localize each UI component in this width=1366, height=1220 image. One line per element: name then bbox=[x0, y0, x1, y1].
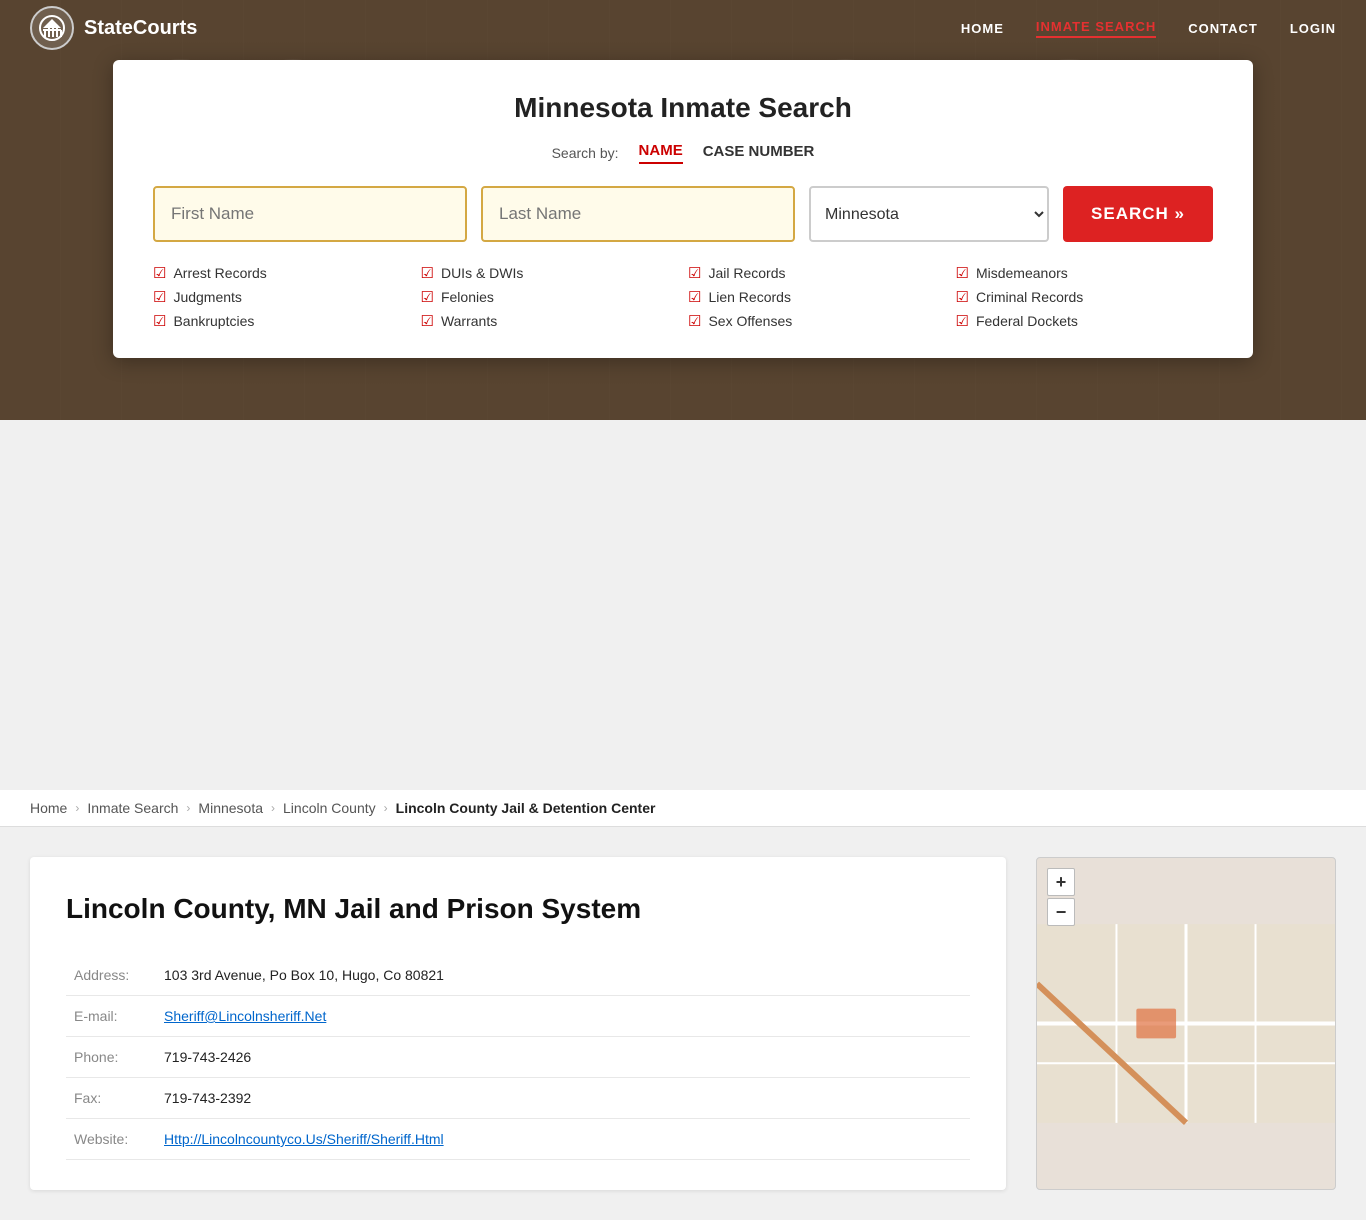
check-icon: ☑ bbox=[153, 312, 166, 330]
facility-title: Lincoln County, MN Jail and Prison Syste… bbox=[66, 893, 970, 925]
hero-section: COURTHOUSE StateCourts HOME INMATE SEARC bbox=[0, 0, 1366, 420]
content-card: Lincoln County, MN Jail and Prison Syste… bbox=[30, 857, 1006, 1190]
checkbox-item: ☑ Sex Offenses bbox=[688, 312, 946, 330]
email-link[interactable]: Sheriff@Lincolnsheriff.Net bbox=[164, 1008, 326, 1024]
breadcrumb: Home › Inmate Search › Minnesota › Lincoln Cou… bbox=[0, 790, 1366, 827]
checkbox-label: Criminal Records bbox=[976, 289, 1083, 305]
fax-row: Fax: 719-743-2392 bbox=[66, 1078, 970, 1119]
check-icon: ☑ bbox=[421, 264, 434, 282]
checkbox-label: Sex Offenses bbox=[708, 313, 792, 329]
search-by-label: Search by: bbox=[552, 145, 619, 161]
check-icon: ☑ bbox=[421, 312, 434, 330]
search-card: Minnesota Inmate Search Search by: NAME … bbox=[113, 60, 1253, 358]
checkbox-label: Bankruptcies bbox=[173, 313, 254, 329]
breadcrumb-separator: › bbox=[271, 801, 275, 815]
last-name-input[interactable] bbox=[481, 186, 795, 242]
check-icon: ☑ bbox=[956, 288, 969, 306]
fax-label: Fax: bbox=[66, 1078, 156, 1119]
checkbox-label: Misdemeanors bbox=[976, 265, 1068, 281]
breadcrumb-link[interactable]: Home bbox=[30, 800, 67, 816]
map-zoom-out[interactable]: − bbox=[1047, 898, 1075, 926]
check-icon: ☑ bbox=[688, 288, 701, 306]
logo-icon bbox=[30, 6, 74, 50]
phone-value: 719-743-2426 bbox=[156, 1037, 970, 1078]
phone-label: Phone: bbox=[66, 1037, 156, 1078]
search-button[interactable]: SEARCH » bbox=[1063, 186, 1213, 242]
main-content: Lincoln County, MN Jail and Prison Syste… bbox=[0, 827, 1366, 1220]
checkbox-item: ☑ Jail Records bbox=[688, 264, 946, 282]
checkbox-label: Lien Records bbox=[708, 289, 791, 305]
phone-row: Phone: 719-743-2426 bbox=[66, 1037, 970, 1078]
search-inputs-row: Minnesota Alabama Alaska Colorado SEARCH… bbox=[153, 186, 1213, 242]
check-icon: ☑ bbox=[688, 264, 701, 282]
checkbox-label: Arrest Records bbox=[173, 265, 266, 281]
checkbox-label: Judgments bbox=[173, 289, 241, 305]
tab-case-number[interactable]: CASE NUMBER bbox=[703, 143, 815, 163]
search-by-row: Search by: NAME CASE NUMBER bbox=[153, 142, 1213, 164]
logo-area: StateCourts bbox=[30, 6, 197, 50]
checkboxes-grid: ☑ Arrest Records ☑ DUIs & DWIs ☑ Jail Records… bbox=[153, 264, 1213, 330]
checkbox-label: DUIs & DWIs bbox=[441, 265, 523, 281]
checkbox-label: Federal Dockets bbox=[976, 313, 1078, 329]
check-icon: ☑ bbox=[153, 264, 166, 282]
address-row: Address: 103 3rd Avenue, Po Box 10, Hugo… bbox=[66, 955, 970, 996]
website-value: Http://Lincolncountyco.Us/Sheriff/Sherif… bbox=[156, 1119, 970, 1160]
nav-home[interactable]: HOME bbox=[961, 21, 1004, 36]
search-card-title: Minnesota Inmate Search bbox=[153, 92, 1213, 124]
checkbox-item: ☑ Felonies bbox=[421, 288, 679, 306]
breadcrumb-link[interactable]: Inmate Search bbox=[87, 800, 178, 816]
website-label: Website: bbox=[66, 1119, 156, 1160]
email-label: E-mail: bbox=[66, 996, 156, 1037]
map-area: + − bbox=[1036, 857, 1336, 1190]
checkbox-label: Jail Records bbox=[708, 265, 785, 281]
breadcrumb-separator: › bbox=[384, 801, 388, 815]
email-row: E-mail: Sheriff@Lincolnsheriff.Net bbox=[66, 996, 970, 1037]
fax-value: 719-743-2392 bbox=[156, 1078, 970, 1119]
checkbox-item: ☑ Criminal Records bbox=[956, 288, 1214, 306]
check-icon: ☑ bbox=[688, 312, 701, 330]
nav-login[interactable]: LOGIN bbox=[1290, 21, 1336, 36]
breadcrumb-link[interactable]: Lincoln County bbox=[283, 800, 376, 816]
breadcrumb-current: Lincoln County Jail & Detention Center bbox=[396, 800, 656, 816]
info-table: Address: 103 3rd Avenue, Po Box 10, Hugo… bbox=[66, 955, 970, 1160]
breadcrumb-link[interactable]: Minnesota bbox=[198, 800, 263, 816]
nav-inmate-search[interactable]: INMATE SEARCH bbox=[1036, 19, 1156, 38]
state-select[interactable]: Minnesota Alabama Alaska Colorado bbox=[809, 186, 1049, 242]
checkbox-item: ☑ DUIs & DWIs bbox=[421, 264, 679, 282]
check-icon: ☑ bbox=[956, 264, 969, 282]
nav-contact[interactable]: CONTACT bbox=[1188, 21, 1258, 36]
address-label: Address: bbox=[66, 955, 156, 996]
check-icon: ☑ bbox=[421, 288, 434, 306]
nav-links: HOME INMATE SEARCH CONTACT LOGIN bbox=[961, 19, 1336, 38]
checkbox-item: ☑ Warrants bbox=[421, 312, 679, 330]
map-zoom-in[interactable]: + bbox=[1047, 868, 1075, 896]
email-value: Sheriff@Lincolnsheriff.Net bbox=[156, 996, 970, 1037]
checkbox-item: ☑ Bankruptcies bbox=[153, 312, 411, 330]
checkbox-label: Warrants bbox=[441, 313, 497, 329]
check-icon: ☑ bbox=[956, 312, 969, 330]
site-name: StateCourts bbox=[84, 17, 197, 40]
checkbox-item: ☑ Judgments bbox=[153, 288, 411, 306]
website-link[interactable]: Http://Lincolncountyco.Us/Sheriff/Sherif… bbox=[164, 1131, 444, 1147]
check-icon: ☑ bbox=[153, 288, 166, 306]
address-value: 103 3rd Avenue, Po Box 10, Hugo, Co 8082… bbox=[156, 955, 970, 996]
checkbox-item: ☑ Lien Records bbox=[688, 288, 946, 306]
checkbox-item: ☑ Federal Dockets bbox=[956, 312, 1214, 330]
checkbox-item: ☑ Misdemeanors bbox=[956, 264, 1214, 282]
tab-name[interactable]: NAME bbox=[639, 142, 683, 164]
website-row: Website: Http://Lincolncountyco.Us/Sheri… bbox=[66, 1119, 970, 1160]
map-controls: + − bbox=[1047, 868, 1075, 926]
top-navigation: StateCourts HOME INMATE SEARCH CONTACT L… bbox=[0, 0, 1366, 56]
checkbox-label: Felonies bbox=[441, 289, 494, 305]
breadcrumb-separator: › bbox=[186, 801, 190, 815]
breadcrumb-separator: › bbox=[75, 801, 79, 815]
first-name-input[interactable] bbox=[153, 186, 467, 242]
checkbox-item: ☑ Arrest Records bbox=[153, 264, 411, 282]
